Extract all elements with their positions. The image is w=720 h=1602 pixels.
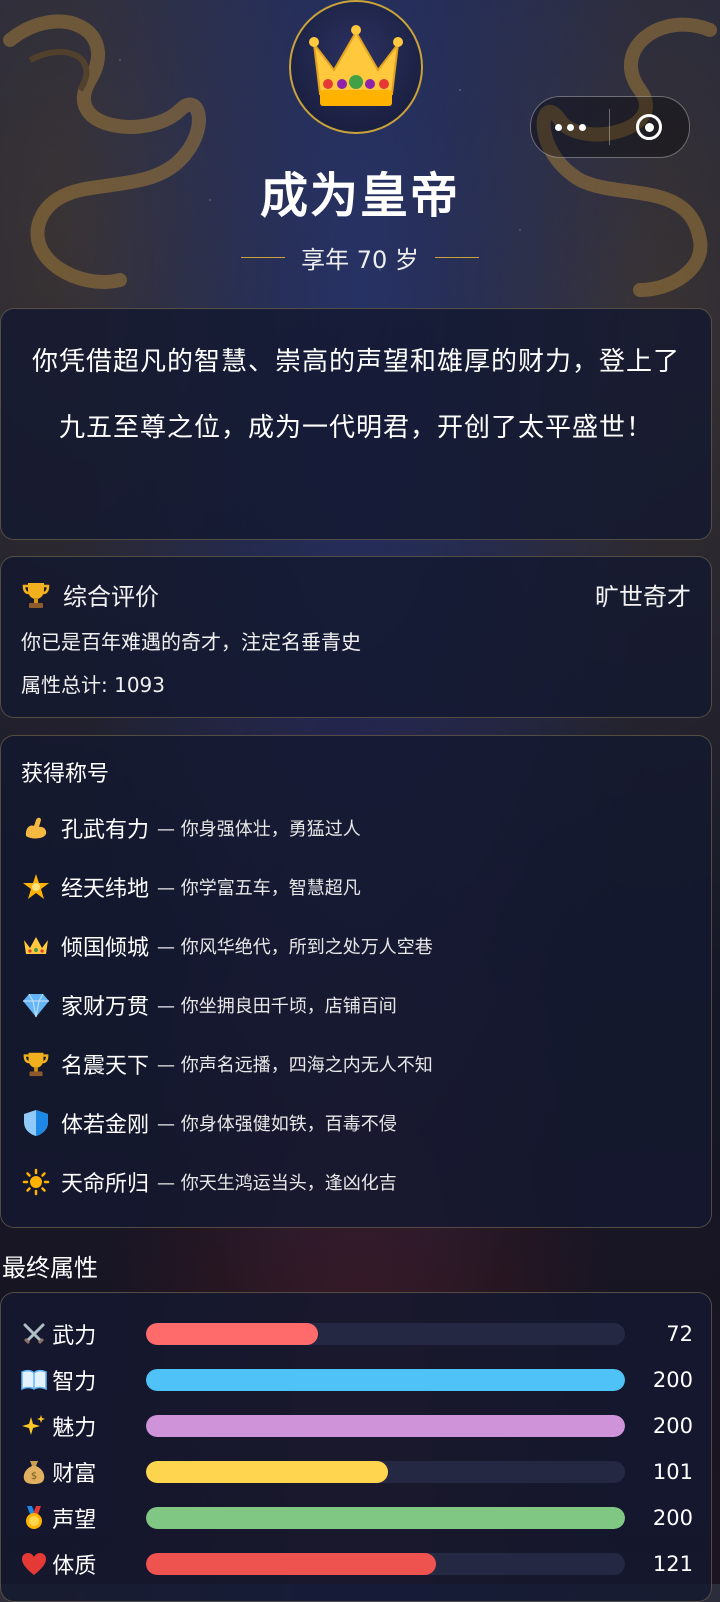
title-item: 经天纬地 — 你学富五车，智慧超凡 xyxy=(21,857,691,916)
title-name: 家财万贯 xyxy=(61,994,150,1020)
heart-icon xyxy=(19,1549,48,1579)
evaluation-header: 综合评价 旷世奇才 xyxy=(21,577,691,612)
evaluation-card: 综合评价 旷世奇才 你已是百年难遇的奇才，注定名垂青史 属性总计: 1093 xyxy=(0,556,712,718)
attribute-bar xyxy=(146,1461,625,1483)
avatar xyxy=(289,0,423,134)
attribute-bar-fill xyxy=(146,1507,625,1529)
attribute-label: 财富 xyxy=(52,1462,97,1487)
sparkles-icon xyxy=(19,1411,48,1441)
titles-card: 获得称号 孔武有力 — 你身强体壮，勇猛过人 经天纬地 — 你学富五车，智慧超凡… xyxy=(0,735,712,1228)
title-desc: — 你身强体壮，勇猛过人 xyxy=(157,818,361,840)
attributes-card: 武力 72 智力 200 魅力 200 $ 财富 101 声望 200 体质 1… xyxy=(0,1292,712,1602)
money-bag-icon: $ xyxy=(19,1457,48,1487)
title-desc: — 你坐拥良田千顷，店铺百间 xyxy=(157,995,397,1017)
attribute-value: 121 xyxy=(652,1552,693,1576)
attribute-bar-fill xyxy=(146,1415,625,1437)
title-name: 名震天下 xyxy=(61,1053,150,1079)
attribute-label: 智力 xyxy=(52,1370,97,1395)
attribute-row: 声望 200 xyxy=(19,1495,693,1541)
attribute-bar xyxy=(146,1553,625,1575)
medal-icon xyxy=(19,1503,48,1533)
title-name: 经天纬地 xyxy=(61,876,150,902)
attribute-label: 魅力 xyxy=(52,1416,97,1441)
ending-description: 你凭借超凡的智慧、崇高的声望和雄厚的财力，登上了九五至尊之位，成为一代明君，开创… xyxy=(31,347,680,443)
shield-icon xyxy=(21,1108,51,1138)
age-text: 享年 70 岁 xyxy=(301,246,419,274)
title-desc: — 你声名远播，四海之内无人不知 xyxy=(157,1054,433,1076)
attribute-row: 体质 121 xyxy=(19,1541,693,1587)
attribute-bar xyxy=(146,1415,625,1437)
more-dots-icon[interactable] xyxy=(531,123,609,131)
evaluation-comment: 你已是百年难遇的奇才，注定名垂青史 xyxy=(21,630,361,654)
evaluation-label: 综合评价 xyxy=(63,583,159,611)
attributes-heading: 最终属性 xyxy=(2,1254,98,1282)
attribute-value: 200 xyxy=(652,1506,693,1530)
attribute-total: 属性总计: 1093 xyxy=(21,673,165,697)
attribute-bar-fill xyxy=(146,1369,625,1391)
attribute-bar xyxy=(146,1369,625,1391)
open-book-icon xyxy=(19,1365,48,1395)
attribute-label: 武力 xyxy=(52,1324,97,1349)
title-name: 倾国倾城 xyxy=(61,935,150,961)
titles-heading: 获得称号 xyxy=(21,762,110,787)
title-item: 体若金刚 — 你身体强健如铁，百毒不侵 xyxy=(21,1093,691,1152)
divider-left xyxy=(241,257,286,258)
attribute-label: 体质 xyxy=(52,1554,97,1579)
attribute-bar-fill xyxy=(146,1461,388,1483)
attribute-value: 72 xyxy=(666,1322,693,1346)
ending-description-card: 你凭借超凡的智慧、崇高的声望和雄厚的财力，登上了九五至尊之位，成为一代明君，开创… xyxy=(0,308,712,540)
title-item: 孔武有力 — 你身强体壮，勇猛过人 xyxy=(21,798,691,857)
age-row: 享年 70 岁 xyxy=(0,240,720,275)
flexed-biceps-icon xyxy=(21,813,51,843)
title-desc: — 你学富五车，智慧超凡 xyxy=(157,877,361,899)
crown-icon xyxy=(21,931,51,961)
sun-icon xyxy=(21,1167,51,1197)
glowing-star-icon xyxy=(21,872,51,902)
title-desc: — 你天生鸿运当头，逢凶化吉 xyxy=(157,1172,397,1194)
trophy-icon xyxy=(22,582,50,608)
evaluation-rank: 旷世奇才 xyxy=(595,583,691,611)
attribute-label: 声望 xyxy=(52,1508,97,1533)
divider-right xyxy=(434,257,479,258)
attribute-row: 武力 72 xyxy=(19,1311,693,1357)
attribute-value: 101 xyxy=(652,1460,693,1484)
title-item: 倾国倾城 — 你风华绝代，所到之处万人空巷 xyxy=(21,916,691,975)
trophy-icon xyxy=(21,1049,51,1079)
title-name: 体若金刚 xyxy=(61,1112,150,1138)
title-item: 家财万贯 — 你坐拥良田千顷，店铺百间 xyxy=(21,975,691,1034)
target-close-icon[interactable] xyxy=(610,114,688,140)
svg-text:$: $ xyxy=(30,1471,36,1482)
attribute-bar-fill xyxy=(146,1323,319,1345)
page-title: 成为皇帝 xyxy=(259,168,460,224)
title-name: 天命所归 xyxy=(61,1171,150,1197)
attribute-value: 200 xyxy=(652,1368,693,1392)
attribute-bar xyxy=(146,1323,625,1345)
title-name: 孔武有力 xyxy=(61,817,150,843)
attribute-value: 200 xyxy=(652,1414,693,1438)
title-desc: — 你身体强健如铁，百毒不侵 xyxy=(157,1113,397,1135)
attribute-row: $ 财富 101 xyxy=(19,1449,693,1495)
title-item: 天命所归 — 你天生鸿运当头，逢凶化吉 xyxy=(21,1152,691,1211)
attribute-bar xyxy=(146,1507,625,1529)
attribute-row: 魅力 200 xyxy=(19,1403,693,1449)
gem-icon xyxy=(21,990,51,1020)
crossed-swords-icon xyxy=(19,1319,48,1349)
attribute-row: 智力 200 xyxy=(19,1357,693,1403)
attribute-bar-fill xyxy=(146,1553,436,1575)
crown-icon xyxy=(309,25,403,106)
title-desc: — 你风华绝代，所到之处万人空巷 xyxy=(157,936,433,958)
title-item: 名震天下 — 你声名远播，四海之内无人不知 xyxy=(21,1034,691,1093)
mini-program-capsule xyxy=(530,96,690,158)
